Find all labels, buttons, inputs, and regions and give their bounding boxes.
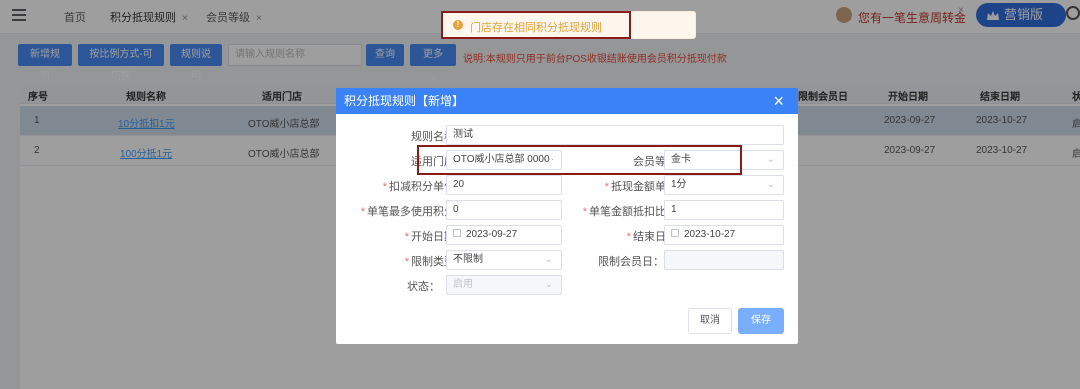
rule-name-value: 测试	[453, 129, 473, 140]
rule-dialog: 积分抵现规则【新增】 × 规则名称： 测试 适用门店： OTO威小店总部 000…	[336, 88, 798, 344]
status-select: 启用 ⌄	[446, 275, 562, 295]
start-date-picker[interactable]: 2023-09-27	[446, 225, 562, 245]
max-points-value: 0	[453, 204, 459, 215]
dialog-title: 积分抵现规则【新增】	[344, 94, 465, 108]
deduct-unit-value: 20	[453, 179, 465, 190]
end-date-value: 2023-10-27	[684, 229, 736, 240]
status-value: 启用	[453, 279, 473, 290]
end-date-picker[interactable]: 2023-10-27	[664, 225, 784, 245]
chevron-down-icon: ⌄	[766, 179, 775, 190]
save-button[interactable]: 保存	[738, 308, 784, 334]
member-day-label: 限制会员日：	[598, 256, 664, 268]
highlight-box-fields	[417, 145, 742, 175]
max-points-input[interactable]: 0	[446, 200, 562, 220]
chevron-down-icon: ⌄	[766, 154, 775, 165]
deduct-unit-input[interactable]: 20	[446, 175, 562, 195]
chevron-down-icon: ⌄	[544, 279, 553, 290]
close-icon[interactable]: ×	[773, 90, 784, 112]
status-label: 状态：	[407, 281, 440, 293]
start-date-value: 2023-09-27	[466, 229, 518, 240]
max-ratio-value: 1	[671, 204, 677, 215]
calendar-icon	[453, 229, 461, 238]
member-day-input	[664, 250, 784, 270]
dialog-header: 积分抵现规则【新增】 ×	[336, 88, 798, 114]
cancel-button[interactable]: 取消	[688, 308, 732, 334]
highlight-box-toast	[441, 11, 631, 39]
limit-type-select[interactable]: 不限制 ⌄	[446, 250, 562, 270]
chevron-down-icon: ⌄	[544, 254, 553, 265]
cash-unit-select[interactable]: 1分 ⌄	[664, 175, 784, 195]
cash-unit-value: 1分	[671, 179, 687, 190]
calendar-icon	[671, 229, 679, 238]
rule-name-input[interactable]: 测试	[446, 125, 784, 145]
limit-type-value: 不限制	[453, 254, 483, 265]
max-ratio-input[interactable]: 1	[664, 200, 784, 220]
